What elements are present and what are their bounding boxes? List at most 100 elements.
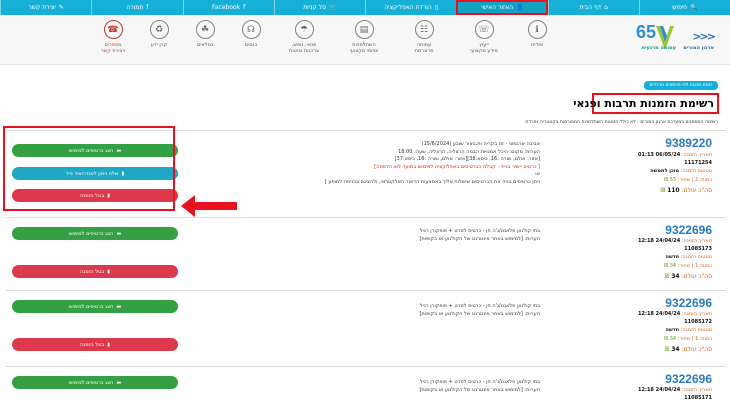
order-total: 34: [671, 273, 680, 280]
microphone-icon: ☊: [241, 20, 261, 39]
order-description: אביבה ארגמוני - זת בקריה ות.באור שובע (1…: [180, 141, 540, 186]
order-date-row: תאריך הזמנה: 24/04/24 12:18: [592, 311, 712, 317]
top-link-facebook[interactable]: f Facebook: [182, 0, 274, 15]
top-link-personal-area[interactable]: 👤 האזור האישי: [456, 0, 548, 15]
order-desc-line: או: [535, 171, 540, 177]
telephone-icon: ☎: [103, 20, 123, 39]
show-tickets-button[interactable]: ▬ הצג כרטיסים למימוש: [12, 227, 178, 240]
top-link-home[interactable]: ⌂ דף הבית: [547, 0, 639, 15]
nav-item-consulting[interactable]: ☏ ייעוץ מידע מקצועי: [454, 15, 514, 65]
nav-item-label: עמותה פרוגרמת: [414, 42, 434, 54]
top-link-cart[interactable]: 🛒 סל קניות: [273, 0, 365, 15]
nav-item-conferences[interactable]: ☊ כנסים: [228, 15, 274, 65]
order-qty-label: כמות: 1 | מחיר:: [677, 336, 712, 342]
top-bar: 🔍 חיפוש ⌂ דף הבית 👤 האזור האישי ▯ הורדת האפל…: [0, 0, 730, 15]
home-icon: ⌂: [604, 4, 608, 11]
show-tickets-button[interactable]: ▬ הצג כרטיסים למימוש: [12, 376, 178, 389]
building-icon: ☷: [414, 20, 434, 39]
order-description: בתי קולנוע פלאנט/ג'ה חן - כרטיס לסרט + פ…: [180, 379, 540, 394]
order-number: 9322696: [665, 296, 712, 310]
nav-item-label: כנסים: [244, 42, 258, 48]
trash-icon: ▮: [107, 341, 110, 348]
order-date-label: תאריך הזמנה:: [681, 152, 712, 158]
phone-icon: ☏: [474, 20, 494, 39]
order-number: 9389220: [665, 136, 712, 150]
leaf-icon: ☘: [195, 20, 215, 39]
top-link-label: Facebook: [211, 4, 241, 11]
order-total-label: סה"כ עולם:: [681, 187, 712, 194]
order-qty-row: כמות: 1 | מחיר: 34 ₪: [592, 336, 712, 342]
logo-org-name: ארגון המורים: [683, 45, 714, 51]
order-desc-line: הערות: [למימוש באתר אינטרנט של הקולנוע א…: [419, 386, 540, 393]
nav-item-leisure[interactable]: ☂ פנאי, נופש, צרכנות וביטוח: [274, 15, 334, 65]
order-desc-line: הערות: מקום: היכל אמנויות הבמה הרצליה, ה…: [398, 148, 540, 155]
order-status: חדשה: [665, 327, 680, 333]
trash-icon: ▮: [107, 268, 110, 275]
order-total-label: סה"כ עולם:: [681, 346, 712, 353]
order-number: 9322696: [665, 372, 712, 386]
order-status-label: סטטוס הזמנה:: [680, 327, 712, 333]
order-date: 06/05/24 01:13: [638, 152, 681, 158]
order-description: בתי קולנוע פלאנט/ג'ה חן - כרטיס לסרט + פ…: [180, 228, 540, 243]
order-booking-row: 11085171: [592, 395, 712, 401]
recycle-icon: ♻: [149, 20, 169, 39]
order-desc-line: הערות: [למימוש באתר אינטרנט של הקולנוע א…: [419, 235, 540, 242]
order-total-row: סה"כ עולם: 110 ₪: [592, 187, 712, 194]
nav-item-contact[interactable]: ☎ מספרים ויצירת קשר: [90, 15, 136, 65]
order-date-row: תאריך הזמנה: 24/04/24 12:18: [592, 387, 712, 393]
ticket-icon: ▬: [116, 303, 122, 310]
search-icon: 🔍: [690, 4, 698, 11]
cancel-order-button[interactable]: ▮ בטל הזמנה: [12, 265, 178, 278]
breadcrumb-badge[interactable]: זמנת תכנות לפי מיוחסים מרכזיים: [643, 81, 718, 90]
order-description: בתי קולנוע פלאנט/ג'ה חן - כרטיס לסרט + פ…: [180, 303, 540, 318]
nav-item-about[interactable]: ℹ אודות: [514, 15, 560, 65]
ticket-icon: ▬: [116, 379, 122, 386]
order-total: 110: [667, 187, 680, 194]
order-qty-label: כמות: 2 | מחיר:: [677, 177, 712, 183]
order-booking: 11171254: [684, 160, 712, 166]
order-qty-row: כמות: 2 | מחיר: 55 ₪: [592, 177, 712, 183]
top-link-label: האזור האישי: [481, 4, 514, 11]
top-link-download-app[interactable]: ▯ הורדת האפליקציה: [365, 0, 456, 15]
top-link-contact[interactable]: ✎ יצירת קשר: [0, 0, 91, 15]
nav-item-association[interactable]: ☷ עמותה פרוגרמת: [394, 15, 454, 65]
order-desc-line: ניתן כרטיסים בניה את הכרטיסים שישלוח אלי…: [324, 178, 540, 185]
cart-icon: 🛒: [329, 4, 337, 11]
order-desc-line: [אזור: אולם, שורה :16, כיסא:38][אזור: או…: [394, 156, 540, 162]
order-status-row: סטטוס הזמנה: חדשה: [592, 327, 712, 333]
main-nav: 65 <<< ארגון המורים עמותה מרגעית ℹ אודות …: [0, 15, 730, 65]
top-link-tmura[interactable]: f תמורה: [91, 0, 182, 15]
edit-icon: ✎: [58, 4, 64, 11]
order-total-row: סה"כ עולם: 34 ₪: [592, 273, 712, 280]
nav-item-knowledge-fund[interactable]: ♻ קרן ידע: [136, 15, 182, 65]
order-status-row: סטטוס הזמנה: חדשה: [592, 254, 712, 260]
site-logo[interactable]: 65 <<< ארגון המורים עמותה מרגעית: [616, 18, 716, 60]
order-date-row: תאריך הזמנה: 06/05/24 01:13: [592, 152, 712, 158]
order-price: 55: [669, 177, 677, 183]
order-booking-row: 11085173: [592, 246, 712, 252]
top-link-label: יצירת קשר: [28, 4, 56, 11]
show-tickets-button[interactable]: ▬ הצג כרטיסים למימוש: [12, 300, 178, 313]
order-card: 9322696 תאריך הזמנה: 24/04/24 12:18 1108…: [6, 217, 726, 285]
order-date: 24/04/24 12:18: [638, 238, 681, 244]
cancel-order-button[interactable]: ▮ בטל הזמנה: [12, 338, 178, 351]
nav-item-label: אודות: [530, 42, 544, 48]
order-qty-row: כמות: 1 | מחיר: 34 ₪: [592, 263, 712, 269]
ticket-icon: ▬: [116, 230, 122, 237]
nav-item-label: גמלאים: [196, 42, 214, 48]
facebook-icon: f: [146, 4, 149, 11]
button-label: הצג כרטיסים למימוש: [68, 230, 114, 237]
order-qty-label: כמות: 1 | מחיר:: [677, 263, 712, 269]
top-link-search[interactable]: 🔍 חיפוש: [638, 0, 730, 15]
button-label: בטל הזמנה: [80, 341, 105, 348]
nav-item-label: ייעוץ מידע מקצועי: [470, 42, 498, 54]
order-booking-row: 11085172: [592, 319, 712, 325]
nav-items: ℹ אודות ☏ ייעוץ מידע מקצועי ☷ עמותה פרוגרמת…: [90, 15, 560, 65]
page-title: רשימת הזמנות תרבות ופנאי: [573, 97, 714, 110]
top-link-label: סל קניות: [303, 4, 327, 11]
nav-item-retirees[interactable]: ☘ גמלאים: [182, 15, 228, 65]
button-label: הצג כרטיסים למימוש: [68, 303, 114, 310]
top-link-label: דף הבית: [579, 4, 602, 11]
info-icon: ℹ: [527, 20, 547, 39]
nav-item-courses[interactable]: ▤ השתלמויות וסיומי מקצועי: [334, 15, 394, 65]
